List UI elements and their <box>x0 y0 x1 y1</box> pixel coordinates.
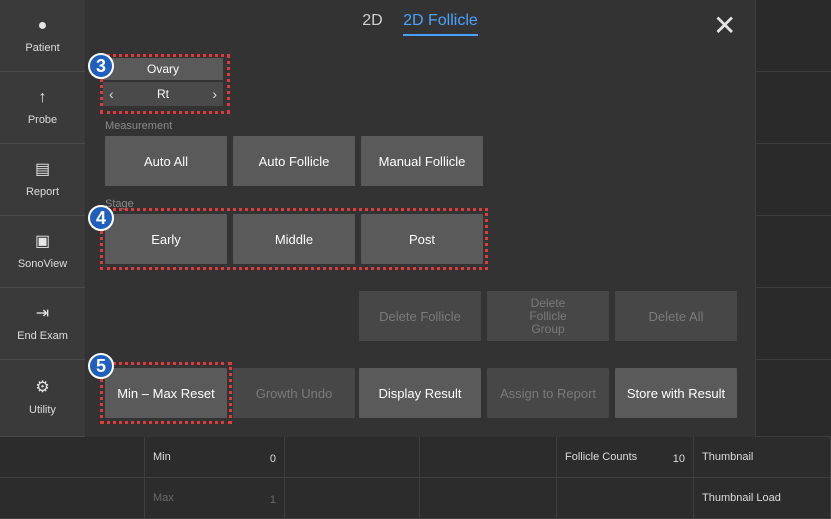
sidebar-item-patient[interactable]: ● Patient <box>0 0 85 72</box>
sidebar-item-label: Utility <box>29 404 56 416</box>
bottom-empty-cell <box>0 478 145 519</box>
sidebar-item-report[interactable]: ▤ Report <box>0 144 85 216</box>
right-strip-cell <box>755 216 831 288</box>
growth-undo-button[interactable]: Growth Undo <box>233 368 355 418</box>
close-icon[interactable]: ✕ <box>713 12 736 40</box>
sonoview-icon: ▣ <box>34 232 51 250</box>
gear-icon: ⚙ <box>35 379 50 396</box>
right-strip-cell <box>755 72 831 144</box>
exit-icon: ⇥ <box>35 304 50 322</box>
right-strip <box>755 0 831 437</box>
max-label: Max <box>153 492 174 504</box>
right-strip-cell <box>755 360 831 437</box>
max-value: 1 <box>269 494 276 506</box>
probe-icon: ↑ <box>38 88 47 106</box>
follicle-panel: 2D 2D Follicle ✕ Ovary Rt ‹ › Measuremen… <box>85 0 755 437</box>
right-strip-cell <box>755 0 831 72</box>
sidebar-item-label: Report <box>25 185 60 198</box>
bottom-empty-cell <box>557 478 694 519</box>
max-cell: Max 1 <box>145 478 285 519</box>
thumbnail-load-label: Thumbnail Load <box>702 492 781 504</box>
bottom-empty-cell <box>420 437 557 478</box>
step-badge-5: 5 <box>88 353 114 379</box>
bottom-empty-cell <box>420 478 557 519</box>
bottom-empty-cell <box>0 437 145 478</box>
sidebar-item-label: Patient <box>25 41 60 54</box>
thumbnail-cell[interactable]: Thumbnail <box>694 437 831 478</box>
follicle-counts-cell: Follicle Counts 10 <box>557 437 694 478</box>
sidebar-item-sonoview[interactable]: ▣ SonoView <box>0 216 85 288</box>
mode-tabs: 2D 2D Follicle <box>85 12 755 36</box>
follicle-counts-label: Follicle Counts <box>565 451 638 463</box>
sidebar-item-end-exam[interactable]: ⇥ End Exam <box>0 288 85 360</box>
delete-follicle-group-button[interactable]: Delete Follicle Group <box>487 291 609 341</box>
follicle-counts-value: 10 <box>672 453 685 465</box>
sidebar-item-label: Probe <box>27 113 58 126</box>
highlight-box-stage <box>100 208 488 270</box>
bottom-info-bar: Min 0 Max 1 Follicle Counts 10 Thumbnail… <box>0 437 831 519</box>
min-cell: Min 0 <box>145 437 285 478</box>
sidebar: ● Patient ↑ Probe ▤ Report ▣ SonoView ⇥ … <box>0 0 85 437</box>
delete-follicle-button[interactable]: Delete Follicle <box>359 291 481 341</box>
right-strip-cell <box>755 288 831 360</box>
highlight-box-ovary <box>100 54 230 114</box>
person-icon: ● <box>37 16 48 34</box>
sidebar-item-label: SonoView <box>17 257 68 270</box>
display-result-button[interactable]: Display Result <box>359 368 481 418</box>
document-icon: ▤ <box>34 160 51 178</box>
thumbnail-load-cell[interactable]: Thumbnail Load <box>694 478 831 519</box>
auto-follicle-button[interactable]: Auto Follicle <box>233 136 355 186</box>
measurement-label: Measurement <box>105 120 173 132</box>
min-value: 0 <box>269 453 276 465</box>
delete-all-button[interactable]: Delete All <box>615 291 737 341</box>
sidebar-item-label: End Exam <box>17 329 68 342</box>
bottom-empty-cell <box>285 437 420 478</box>
thumbnail-label: Thumbnail <box>702 451 754 463</box>
right-strip-cell <box>755 144 831 216</box>
manual-follicle-button[interactable]: Manual Follicle <box>361 136 483 186</box>
store-with-result-button[interactable]: Store with Result <box>615 368 737 418</box>
highlight-box-reset <box>100 362 232 424</box>
assign-to-report-button[interactable]: Assign to Report <box>487 368 609 418</box>
tab-2d-follicle[interactable]: 2D Follicle <box>403 12 478 36</box>
sidebar-item-probe[interactable]: ↑ Probe <box>0 72 85 144</box>
sidebar-item-utility[interactable]: ⚙ Utility <box>0 360 85 437</box>
step-badge-4: 4 <box>88 205 114 231</box>
bottom-empty-cell <box>285 478 420 519</box>
auto-all-button[interactable]: Auto All <box>105 136 227 186</box>
step-badge-3: 3 <box>88 53 114 79</box>
min-label: Min <box>153 451 171 463</box>
tab-2d[interactable]: 2D <box>362 12 382 34</box>
